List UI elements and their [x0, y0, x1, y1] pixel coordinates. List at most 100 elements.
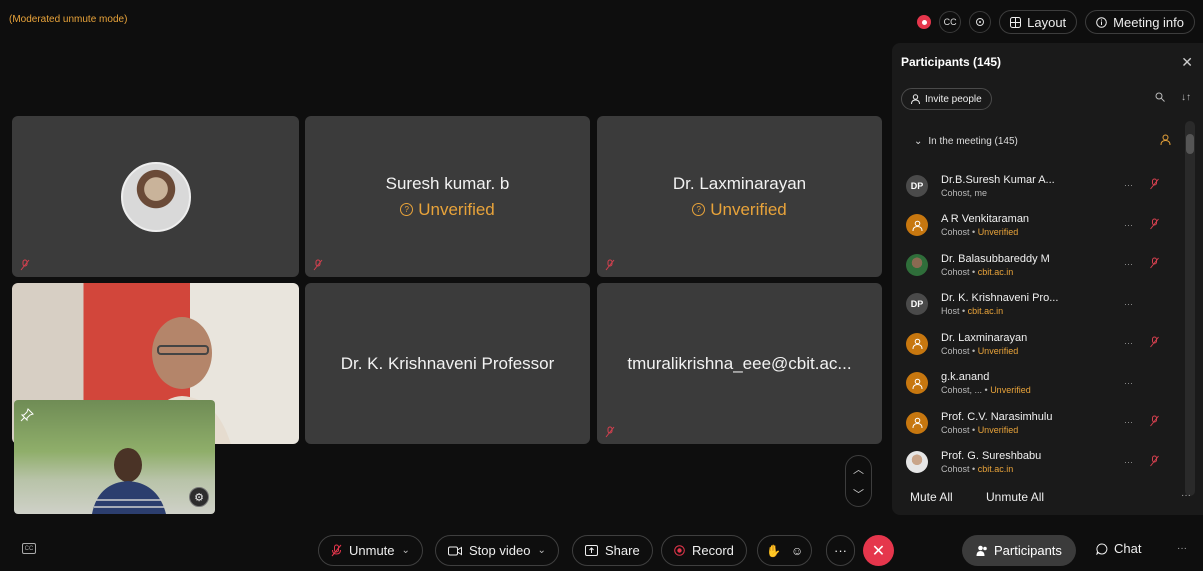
participant-name: Dr. K. Krishnaveni Professor [340, 353, 555, 373]
mic-muted-icon[interactable] [1150, 415, 1159, 430]
participant-name: Prof. C.V. Narasimhulu [941, 410, 1053, 423]
emoji-icon[interactable]: ☺ [791, 544, 803, 558]
participant-avatar [906, 253, 928, 276]
grid-icon [1010, 16, 1022, 28]
close-icon[interactable]: ✕ [1181, 54, 1193, 71]
people-icon [976, 545, 987, 556]
mic-muted-icon[interactable] [1150, 455, 1159, 470]
more-options-icon[interactable]: ··· [1124, 220, 1133, 230]
raise-hand-icon[interactable]: ✋ [766, 544, 781, 558]
participant-org: Unverified [977, 424, 1019, 435]
participant-tile[interactable]: tmuralikrishna_eee@cbit.ac... [597, 283, 882, 444]
more-options-icon[interactable]: ··· [1124, 378, 1133, 388]
self-view-video[interactable] [14, 400, 215, 514]
participant-tile[interactable]: Dr. Laxminarayan ? Unverified [597, 116, 882, 277]
participant-avatar: DP [906, 293, 928, 316]
chevron-down-icon[interactable]: ﹀ [853, 486, 864, 502]
stop-video-button[interactable]: Stop video ⌄ [435, 535, 559, 566]
participant-avatar [906, 332, 928, 355]
layout-button[interactable]: Layout [999, 10, 1078, 34]
participant-avatar [906, 372, 928, 395]
share-label: Share [605, 543, 640, 558]
share-screen-icon [585, 545, 598, 556]
mic-muted-icon [331, 544, 342, 557]
unverified-status: ? Unverified [692, 200, 787, 220]
unmute-all-button[interactable]: Unmute All [986, 490, 1044, 504]
participants-button[interactable]: Participants [962, 535, 1076, 566]
participant-role: Cohost • Unverified [941, 227, 1101, 237]
invite-people-button[interactable]: Invite people [901, 88, 992, 110]
separator-dot: • [969, 345, 978, 356]
participants-label: Participants [994, 543, 1062, 558]
chevron-down-icon[interactable]: ⌄ [537, 545, 545, 556]
chevron-down-icon[interactable]: ⌄ [402, 545, 410, 556]
participant-row[interactable]: Prof. C.V. Narasimhulu Cohost • Unverifie… [906, 403, 1168, 443]
more-options-icon[interactable]: ··· [1124, 299, 1133, 309]
record-button[interactable]: Record [661, 535, 747, 566]
participant-role-label: Host [941, 306, 960, 317]
search-icon[interactable] [1155, 92, 1165, 105]
panel-scrollbar[interactable] [1185, 121, 1195, 496]
participant-role: Host • cbit.ac.in [941, 306, 1101, 316]
participant-tile[interactable]: Dr. K. Krishnaveni Professor [305, 283, 590, 444]
participant-role: Cohost, ... • Unverified [941, 385, 1101, 395]
in-meeting-section-toggle[interactable]: ⌄ In the meeting (145) [914, 136, 1018, 147]
participant-info: Prof. C.V. Narasimhulu Cohost • Unverifie… [941, 411, 1101, 435]
participant-name: Dr. Balasubbareddy M [941, 252, 1050, 265]
person-icon [912, 378, 922, 389]
mic-muted-icon[interactable] [1150, 336, 1159, 351]
participant-row[interactable]: Dr. Balasubbareddy M Cohost • cbit.ac.in ·… [906, 245, 1168, 285]
scrollbar-thumb[interactable] [1186, 134, 1194, 154]
more-options-icon[interactable]: ··· [1177, 543, 1187, 554]
recording-indicator-icon[interactable] [917, 15, 932, 29]
participant-row[interactable]: A R Venkitaraman Cohost • Unverified ··· [906, 206, 1168, 246]
participant-org: Unverified [977, 227, 1019, 238]
pin-icon[interactable] [20, 408, 42, 430]
mic-muted-icon[interactable] [1150, 178, 1159, 193]
participant-row[interactable]: DP Dr. K. Krishnaveni Pro... Host • cbit.a… [906, 285, 1168, 325]
mic-muted-icon[interactable] [1150, 257, 1159, 272]
participant-tile[interactable]: Suresh kumar. b ? Unverified [305, 116, 590, 277]
cc-icon[interactable]: CC [22, 543, 36, 554]
mute-all-button[interactable]: Mute All [910, 490, 953, 504]
participant-tile[interactable] [12, 116, 299, 277]
meeting-info-button[interactable]: Meeting info [1085, 10, 1195, 34]
chat-label: Chat [1114, 541, 1142, 556]
more-options-icon[interactable]: ··· [1124, 259, 1133, 269]
person-icon [912, 338, 922, 350]
participant-row[interactable]: Dr. Laxminarayan Cohost • Unverified ··· [906, 324, 1168, 364]
chat-button[interactable]: Chat [1096, 541, 1141, 556]
participant-info: Dr. K. Krishnaveni Pro... Host • cbit.ac.… [941, 292, 1101, 316]
participant-role-label: Cohost, me [941, 187, 988, 198]
more-options-icon[interactable]: ··· [1124, 180, 1133, 190]
participant-name: Dr. Laxminarayan [672, 173, 807, 193]
participant-name: Prof. G. Sureshbabu [941, 450, 1042, 463]
leave-meeting-button[interactable]: ✕ [863, 535, 894, 566]
participant-avatar [906, 214, 928, 237]
person-icon [911, 94, 920, 104]
more-options-icon[interactable]: ··· [1124, 457, 1133, 467]
participant-org: cbit.ac.in [977, 266, 1014, 277]
zoom-icon[interactable] [969, 11, 992, 33]
participant-row[interactable]: Prof. G. Sureshbabu Cohost • cbit.ac.in ··… [906, 443, 1168, 483]
participant-row[interactable]: g.k.anand Cohost, ... • Unverified ··· [906, 364, 1168, 404]
unmute-button[interactable]: Unmute ⌄ [318, 535, 423, 566]
more-options-icon[interactable]: ··· [1181, 490, 1191, 501]
person-icon[interactable] [1160, 134, 1171, 148]
invite-label: Invite people [925, 93, 982, 105]
share-button[interactable]: Share [572, 535, 653, 566]
more-options-icon[interactable]: ··· [826, 535, 855, 566]
chevron-up-icon[interactable]: ︿ [853, 461, 864, 477]
gear-icon[interactable]: ⚙ [189, 487, 209, 507]
cc-icon[interactable]: CC [939, 11, 962, 33]
separator-dot: • [969, 266, 978, 277]
sort-icon[interactable]: ↓↑ [1181, 92, 1191, 103]
mic-muted-icon[interactable] [1150, 218, 1159, 233]
participant-avatar [906, 411, 928, 434]
participant-row[interactable]: DP Dr.B.Suresh Kumar A... Cohost, me ··· [906, 166, 1168, 206]
more-options-icon[interactable]: ··· [1124, 338, 1133, 348]
participant-info: A R Venkitaraman Cohost • Unverified [941, 213, 1101, 237]
participant-role: Cohost • cbit.ac.in [941, 267, 1101, 277]
more-options-icon[interactable]: ··· [1124, 417, 1133, 427]
participant-org: cbit.ac.in [977, 464, 1014, 475]
